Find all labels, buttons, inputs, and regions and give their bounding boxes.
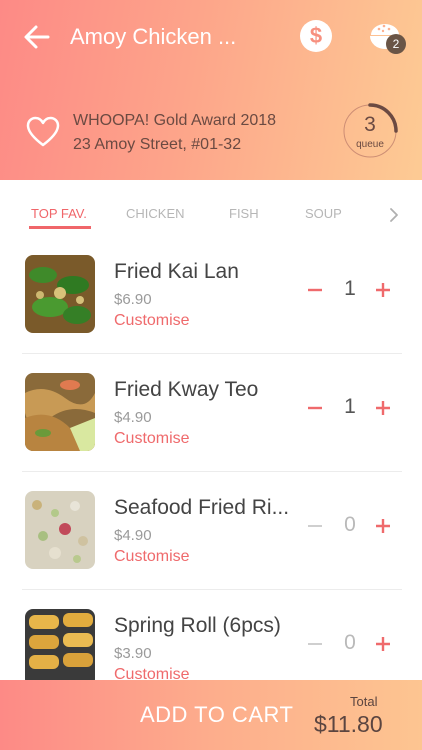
dish-photo [25, 255, 95, 333]
top-bar: Amoy Chicken ... $ 2 [0, 0, 422, 76]
item-price: $4.90 [114, 409, 152, 426]
dish-photo [25, 491, 95, 569]
item-quantity: 1 [344, 277, 356, 300]
tab-fish[interactable]: FISH [229, 206, 259, 221]
customise-link[interactable]: Customise [114, 430, 190, 448]
item-price: $6.90 [114, 291, 152, 308]
chevron-right-icon[interactable] [388, 207, 400, 223]
tab-top-fav[interactable]: TOP FAV. [31, 206, 87, 221]
tab-soup[interactable]: SOUP [305, 206, 342, 221]
back-arrow-icon[interactable] [22, 22, 52, 52]
restaurant-header: Amoy Chicken ... $ 2 WHOOPA! Gold Award … [0, 0, 422, 180]
minus-icon[interactable] [306, 279, 324, 301]
tab-chicken[interactable]: CHICKEN [126, 206, 185, 221]
plus-icon[interactable] [374, 279, 392, 301]
award-text: WHOOPA! Gold Award 2018 [73, 112, 277, 129]
plus-icon[interactable] [374, 633, 392, 655]
minus-icon[interactable] [306, 397, 324, 419]
item-quantity: 0 [344, 631, 356, 654]
item-name: Spring Roll (6pcs) [114, 614, 281, 637]
customise-link[interactable]: Customise [114, 312, 190, 330]
total-value: $11.80 [314, 711, 383, 737]
address-text: 23 Amoy Street, #01-32 [73, 136, 242, 153]
cart-count-badge: 2 [386, 34, 406, 54]
customise-link[interactable]: Customise [114, 548, 190, 566]
item-name: Fried Kway Teo [114, 378, 259, 401]
active-tab-indicator [29, 226, 91, 229]
item-price: $4.90 [114, 527, 152, 544]
restaurant-title: Amoy Chicken ... [70, 24, 237, 49]
divider [22, 589, 402, 590]
dish-photo [25, 609, 95, 687]
add-to-cart-bar[interactable]: ADD TO CART Total $11.80 [0, 680, 422, 750]
queue-count: 3 [364, 113, 376, 136]
heart-icon[interactable] [26, 116, 60, 148]
item-quantity: 1 [344, 395, 356, 418]
minus-icon[interactable] [306, 633, 324, 655]
dollar-icon[interactable]: $ [300, 20, 332, 52]
dish-photo [25, 373, 95, 451]
queue-label: queue [356, 139, 384, 150]
plus-icon[interactable] [374, 515, 392, 537]
menu-item: Fried Kai Lan $6.90 Customise 1 [0, 255, 422, 373]
item-quantity: 0 [344, 513, 356, 536]
plus-icon[interactable] [374, 397, 392, 419]
item-name: Seafood Fried Ri... [114, 496, 290, 519]
menu-item: Fried Kway Teo $4.90 Customise 1 [0, 373, 422, 491]
menu-item: Seafood Fried Ri... $4.90 Customise 0 [0, 491, 422, 609]
total-label: Total [350, 694, 378, 709]
item-name: Fried Kai Lan [114, 260, 239, 283]
divider [22, 353, 402, 354]
item-price: $3.90 [114, 645, 152, 662]
divider [22, 471, 402, 472]
minus-icon[interactable] [306, 515, 324, 537]
add-to-cart-button[interactable]: ADD TO CART [140, 702, 293, 728]
